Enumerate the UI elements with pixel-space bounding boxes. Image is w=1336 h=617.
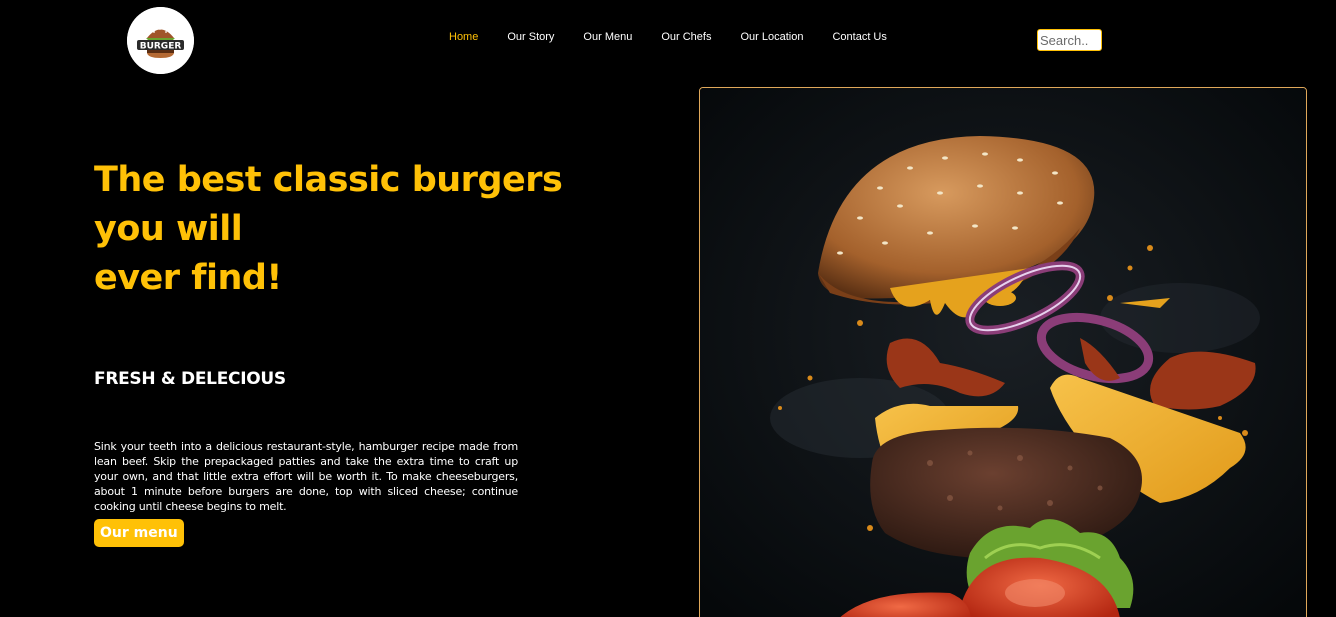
our-menu-button[interactable]: Our menu xyxy=(94,519,184,547)
nav-our-menu[interactable]: Our Menu xyxy=(583,31,632,43)
nav-our-location[interactable]: Our Location xyxy=(740,31,803,43)
nav-our-story[interactable]: Our Story xyxy=(507,31,554,43)
search-input[interactable] xyxy=(1037,29,1102,51)
hero-subheading: FRESH & DELECIOUS xyxy=(94,369,286,389)
page: BURGER Home Our Story Our Menu Our Chefs… xyxy=(0,0,1336,617)
hero-description: Sink your teeth into a delicious restaur… xyxy=(94,440,518,513)
nav-our-chefs[interactable]: Our Chefs xyxy=(661,31,711,43)
hero-headline-line-1: The best classic burgers xyxy=(94,160,563,200)
hero-burger-image xyxy=(699,87,1307,617)
hero-headline-line-3: ever find! xyxy=(94,258,282,298)
main-nav: Home Our Story Our Menu Our Chefs Our Lo… xyxy=(449,31,916,43)
hero-headline-line-2: you will xyxy=(94,209,243,249)
nav-contact-us[interactable]: Contact Us xyxy=(832,31,886,43)
burger-logo[interactable]: BURGER xyxy=(127,7,194,74)
hero-headline: The best classic burgers you will ever f… xyxy=(94,156,563,303)
nav-home[interactable]: Home xyxy=(449,31,478,43)
